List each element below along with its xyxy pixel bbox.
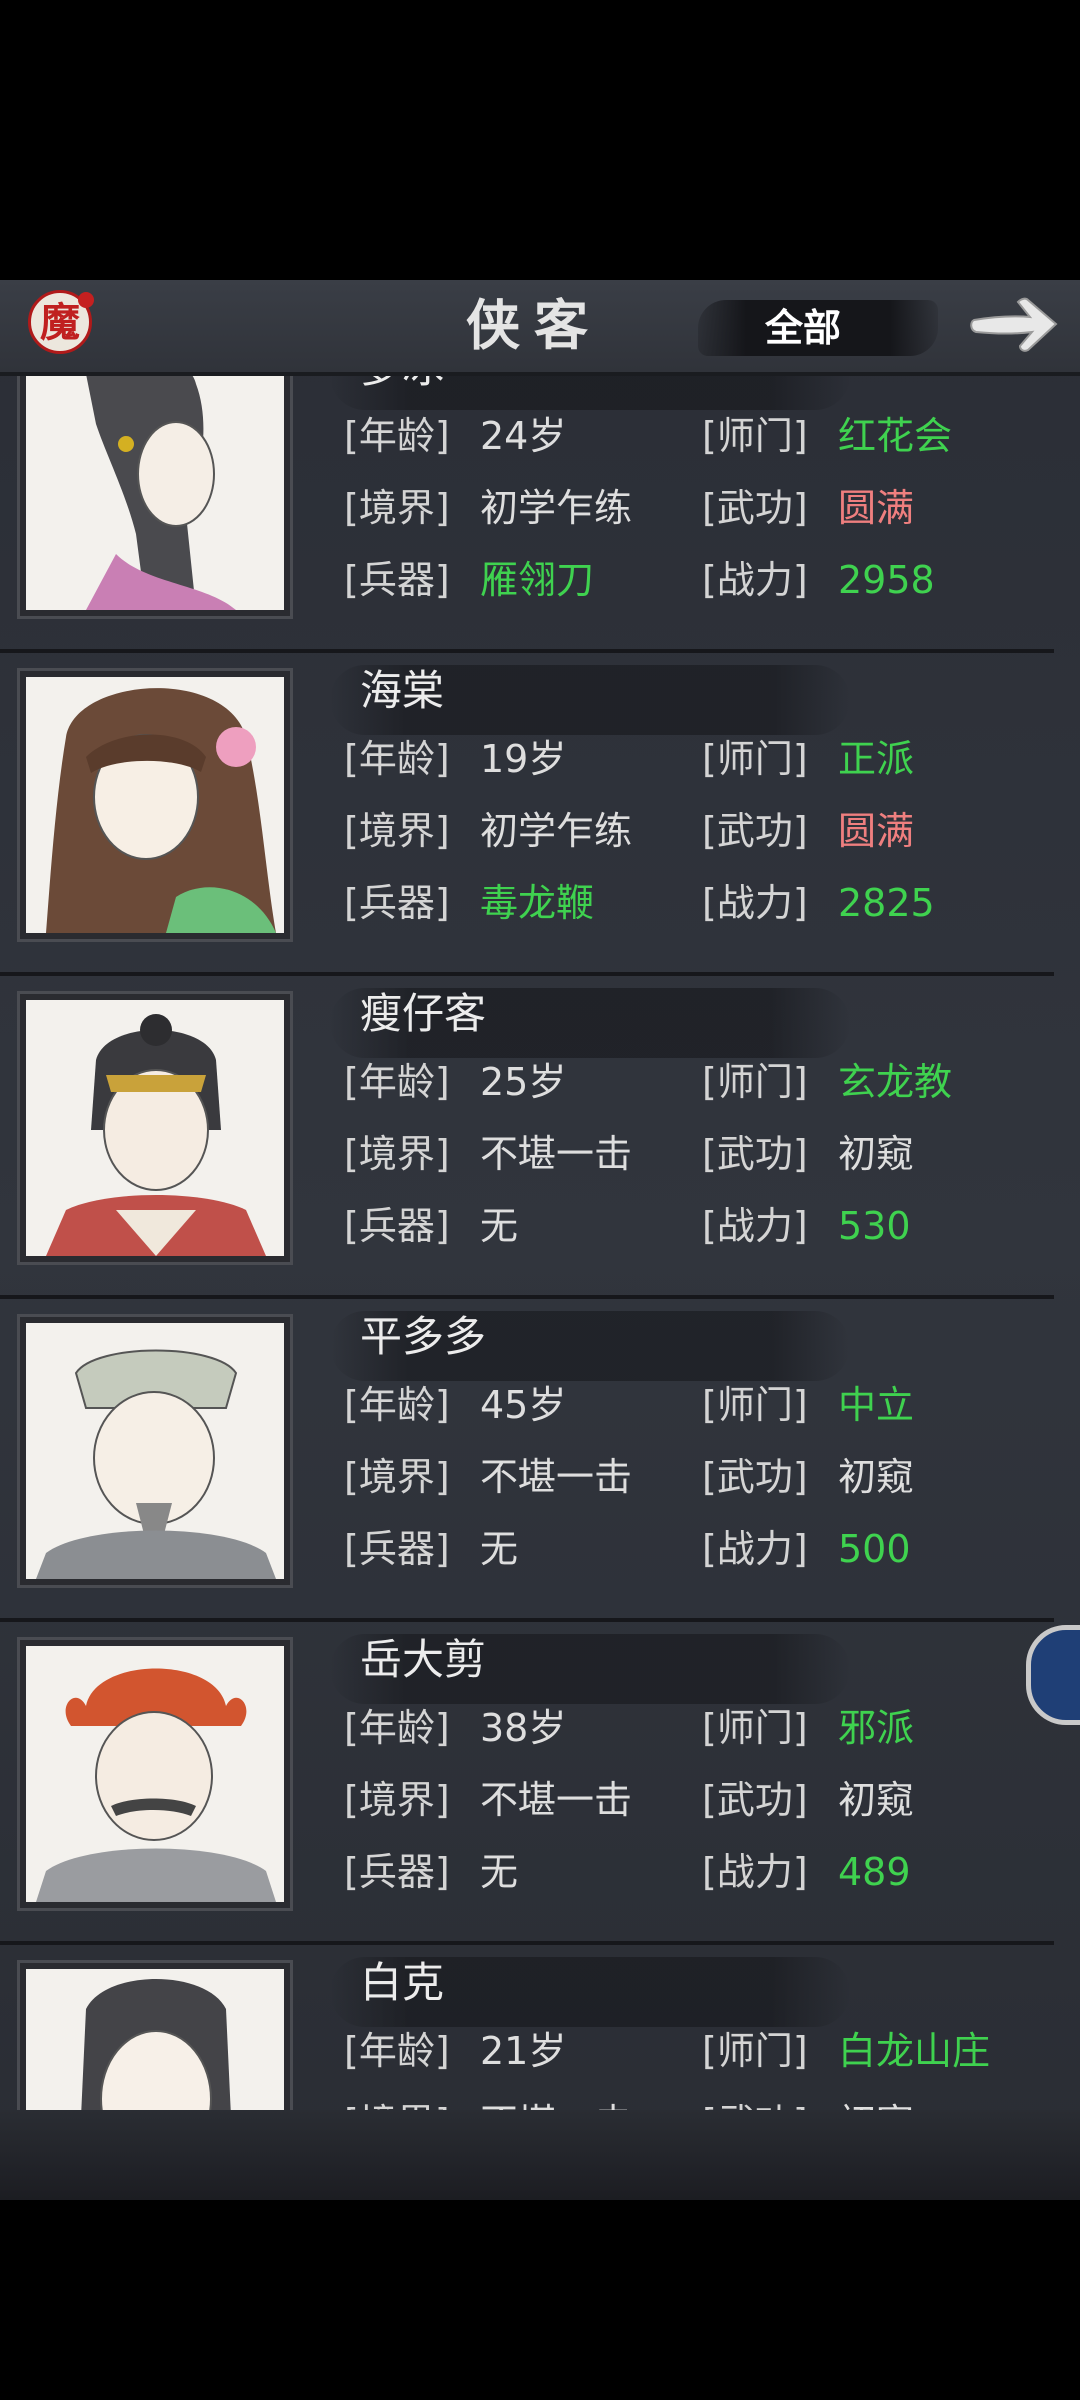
weapon-label: [兵器] <box>344 1527 450 1571</box>
realm-value: 不堪一击 <box>480 1132 633 1176</box>
age-value: 45岁 <box>480 1383 567 1427</box>
kungfu-label: [武功] <box>702 1778 808 1822</box>
top-bar: 魔 侠客 全部 <box>0 280 1080 376</box>
hero-card[interactable]: 海棠 [年龄] 19岁 [师门] 正派 [境界] 初学乍练 [武功] 圆满 [兵… <box>0 653 1054 976</box>
weapon-value: 无 <box>480 1850 519 1894</box>
realm-value: 初学乍练 <box>480 486 633 530</box>
kungfu-value: 初窥 <box>838 2099 914 2110</box>
side-book-tab[interactable] <box>1026 1625 1080 1725</box>
weapon-label: [兵器] <box>344 1850 450 1894</box>
realm-label: [境界] <box>344 486 450 530</box>
age-label: [年龄] <box>344 737 450 781</box>
hero-portrait <box>20 376 290 616</box>
age-label: [年龄] <box>344 414 450 458</box>
sect-value: 邪派 <box>838 1706 915 1750</box>
filter-dropdown[interactable]: 全部 <box>698 300 938 356</box>
age-value: 19岁 <box>480 737 567 781</box>
hero-card[interactable]: 瘦仔客 [年龄] 25岁 [师门] 玄龙教 [境界] 不堪一击 [武功] 初窥 … <box>0 976 1054 1299</box>
power-value: 500 <box>838 1527 911 1571</box>
sect-value: 正派 <box>838 737 915 781</box>
age-value: 25岁 <box>480 1060 567 1104</box>
realm-label: [境界] <box>344 1132 450 1176</box>
kungfu-label: [武功] <box>702 486 808 530</box>
weapon-label: [兵器] <box>344 881 450 925</box>
hero-card[interactable]: 平多多 [年龄] 45岁 [师门] 中立 [境界] 不堪一击 [武功] 初窥 [… <box>0 1299 1054 1622</box>
power-value: 530 <box>838 1204 911 1248</box>
power-value: 489 <box>838 1850 911 1894</box>
kungfu-label: [武功] <box>702 1455 808 1499</box>
power-value: 2958 <box>838 558 935 602</box>
sect-label: [师门] <box>702 414 808 458</box>
age-label: [年龄] <box>344 2029 450 2073</box>
sect-value: 玄龙教 <box>838 1060 953 1104</box>
age-value: 24岁 <box>480 414 567 458</box>
realm-value: 不堪一击 <box>480 1778 633 1822</box>
weapon-value: 毒龙鞭 <box>480 881 595 925</box>
weapon-label: [兵器] <box>344 558 450 602</box>
sect-value: 中立 <box>838 1383 915 1427</box>
hero-portrait <box>20 1317 290 1585</box>
realm-value: 不堪一击 <box>480 1455 633 1499</box>
hero-portrait <box>20 1963 290 2110</box>
realm-value: 初学乍练 <box>480 809 633 853</box>
power-label: [战力] <box>702 881 808 925</box>
age-value: 21岁 <box>480 2029 567 2073</box>
sect-value: 白龙山庄 <box>838 2029 991 2073</box>
power-value: 2825 <box>838 881 935 925</box>
realm-value: 不堪一击 <box>480 2099 632 2110</box>
power-label: [战力] <box>702 1204 808 1248</box>
notification-dot <box>78 292 94 308</box>
kungfu-value: 圆满 <box>838 486 915 530</box>
sect-label: [师门] <box>702 1706 808 1750</box>
hero-name: 平多多 <box>360 1312 487 1361</box>
age-label: [年龄] <box>344 1706 450 1750</box>
realm-label: [境界] <box>344 2099 450 2110</box>
realm-label: [境界] <box>344 809 450 853</box>
hero-card[interactable]: 白克 [年龄] 21岁 [师门] 白龙山庄 [境界] 不堪一击 [武功] 初窥 <box>0 1945 1054 2110</box>
age-label: [年龄] <box>344 1060 450 1104</box>
kungfu-value: 圆满 <box>838 809 915 853</box>
hero-portrait <box>20 671 290 939</box>
age-label: [年龄] <box>344 1383 450 1427</box>
kungfu-label: [武功] <box>702 809 808 853</box>
power-label: [战力] <box>702 1850 808 1894</box>
weapon-value: 无 <box>480 1204 519 1248</box>
hero-name: 海棠 <box>360 666 445 715</box>
hero-card[interactable]: 岳大剪 [年龄] 38岁 [师门] 邪派 [境界] 不堪一击 [武功] 初窥 [… <box>0 1622 1054 1945</box>
hero-name: 瘦仔客 <box>360 989 487 1038</box>
hero-list-screen: 魔 侠客 全部 萝冰 [年龄] 24岁 [师门] 红花 <box>0 280 1080 2200</box>
hero-name: 岳大剪 <box>360 1635 487 1684</box>
bottom-edge <box>0 2110 1080 2200</box>
kungfu-label: [武功] <box>702 2099 808 2110</box>
weapon-label: [兵器] <box>344 1204 450 1248</box>
hero-portrait <box>20 994 290 1262</box>
power-label: [战力] <box>702 1527 808 1571</box>
power-label: [战力] <box>702 558 808 602</box>
kungfu-value: 初窥 <box>838 1455 915 1499</box>
kungfu-value: 初窥 <box>838 1132 915 1176</box>
hero-card[interactable]: 萝冰 [年龄] 24岁 [师门] 红花会 [境界] 初学乍练 [武功] 圆满 [… <box>0 376 1054 653</box>
sect-label: [师门] <box>702 1060 808 1104</box>
realm-label: [境界] <box>344 1778 450 1822</box>
sect-value: 红花会 <box>838 414 953 458</box>
sect-label: [师门] <box>702 2029 808 2073</box>
hero-list[interactable]: 萝冰 [年龄] 24岁 [师门] 红花会 [境界] 初学乍练 [武功] 圆满 [… <box>0 376 1080 2110</box>
kungfu-label: [武功] <box>702 1132 808 1176</box>
kungfu-value: 初窥 <box>838 1778 915 1822</box>
age-value: 38岁 <box>480 1706 567 1750</box>
hero-name: 白克 <box>360 1958 445 2007</box>
weapon-value: 雁翎刀 <box>480 558 595 602</box>
hero-name: 萝冰 <box>360 376 444 394</box>
filter-label: 全部 <box>764 306 841 350</box>
weapon-value: 无 <box>480 1527 519 1571</box>
sect-label: [师门] <box>702 1383 808 1427</box>
sect-label: [师门] <box>702 737 808 781</box>
realm-label: [境界] <box>344 1455 450 1499</box>
hero-portrait <box>20 1640 290 1908</box>
page-title: 侠客 <box>466 293 602 357</box>
right-arrow-icon[interactable] <box>968 290 1062 360</box>
